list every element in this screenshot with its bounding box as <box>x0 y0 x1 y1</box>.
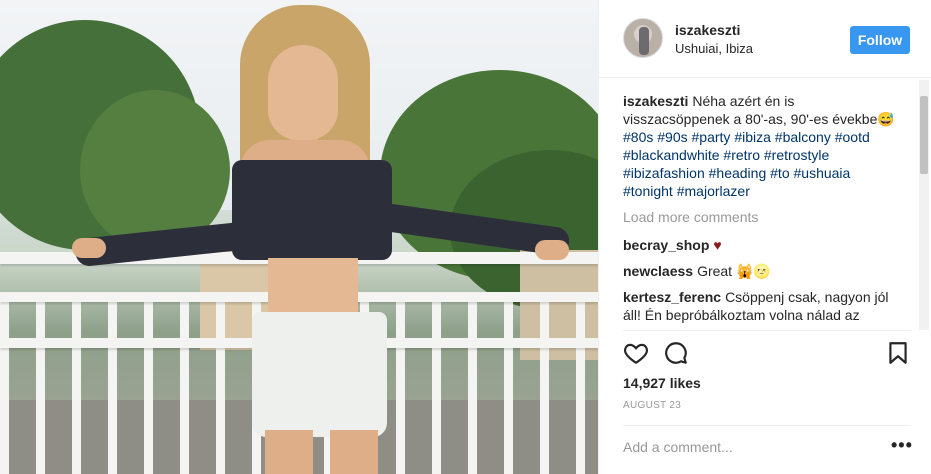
post-side-panel: iszakeszti Ushuiai, Ibiza Follow iszakes… <box>598 0 931 474</box>
hashtag-link[interactable]: #ibizafashion <box>623 165 705 181</box>
photo-person <box>0 0 598 474</box>
hashtag-link[interactable]: #retrostyle <box>764 147 829 163</box>
likes-count[interactable]: 14,927 likes <box>623 375 701 391</box>
load-more-comments[interactable]: Load more comments <box>623 208 901 226</box>
add-comment-input[interactable] <box>623 438 873 456</box>
photo-leg <box>265 430 313 474</box>
comment-username[interactable]: newclaess <box>623 263 693 279</box>
more-options-button[interactable]: ••• <box>891 436 913 454</box>
avatar[interactable] <box>623 18 663 58</box>
caption-username[interactable]: iszakeszti <box>623 93 688 109</box>
comment-username[interactable]: becray_shop <box>623 237 709 253</box>
follow-button[interactable]: Follow <box>850 26 910 54</box>
comment-text: Great 🙀🌝 <box>697 263 771 279</box>
post-header: iszakeszti Ushuiai, Ibiza Follow <box>599 0 931 78</box>
avatar-figure <box>639 27 649 55</box>
comment-item: kertesz_ferenc Csöppenj csak, nagyon jól … <box>623 288 901 328</box>
photo-leg <box>330 430 378 474</box>
hashtag-link[interactable]: #to <box>770 165 789 181</box>
hashtag-link[interactable]: #balcony <box>775 129 831 145</box>
comments-list: iszakeszti Néha azért én is visszacsöppen… <box>623 92 901 328</box>
hashtag-link[interactable]: #retro <box>723 147 760 163</box>
divider <box>623 425 911 426</box>
post-date[interactable]: AUGUST 23 <box>623 400 681 411</box>
photo-hand <box>535 240 569 260</box>
hashtag-link[interactable]: #party <box>692 129 731 145</box>
comment-text: ♥ <box>713 237 722 253</box>
bookmark-icon[interactable] <box>885 340 911 366</box>
photo-top <box>232 160 392 260</box>
hashtag-link[interactable]: #tonight <box>623 183 673 199</box>
divider <box>623 330 911 331</box>
caption: iszakeszti Néha azért én is visszacsöppen… <box>623 92 901 200</box>
photo-face <box>268 45 338 140</box>
hashtag-link[interactable]: #ootd <box>835 129 870 145</box>
hashtag-link[interactable]: #80s <box>623 129 653 145</box>
post-photo[interactable] <box>0 0 598 474</box>
heart-outline-icon[interactable] <box>623 340 649 366</box>
hashtag-link[interactable]: #ibiza <box>734 129 771 145</box>
photo-belly <box>268 258 358 318</box>
comment-item: newclaess Great 🙀🌝 <box>623 262 901 280</box>
hashtag-link[interactable]: #blackandwhite <box>623 147 720 163</box>
header-location[interactable]: Ushuiai, Ibiza <box>675 41 753 56</box>
photo-hand <box>72 238 106 258</box>
hashtag-link[interactable]: #majorlazer <box>677 183 750 199</box>
hashtag-link[interactable]: #90s <box>657 129 687 145</box>
comments-scroll-thumb[interactable] <box>920 96 928 174</box>
header-username[interactable]: iszakeszti <box>675 22 740 38</box>
hashtag-link[interactable]: #heading <box>709 165 767 181</box>
caption-hashtags: #80s #90s #party #ibiza #balcony #ootd #… <box>623 129 870 199</box>
photo-shorts <box>252 312 387 437</box>
comment-username[interactable]: kertesz_ferenc <box>623 289 721 305</box>
hashtag-link[interactable]: #ushuaia <box>794 165 851 181</box>
action-bar <box>623 340 911 366</box>
comment-item: becray_shop ♥ <box>623 236 901 254</box>
comment-bubble-icon[interactable] <box>663 340 689 366</box>
